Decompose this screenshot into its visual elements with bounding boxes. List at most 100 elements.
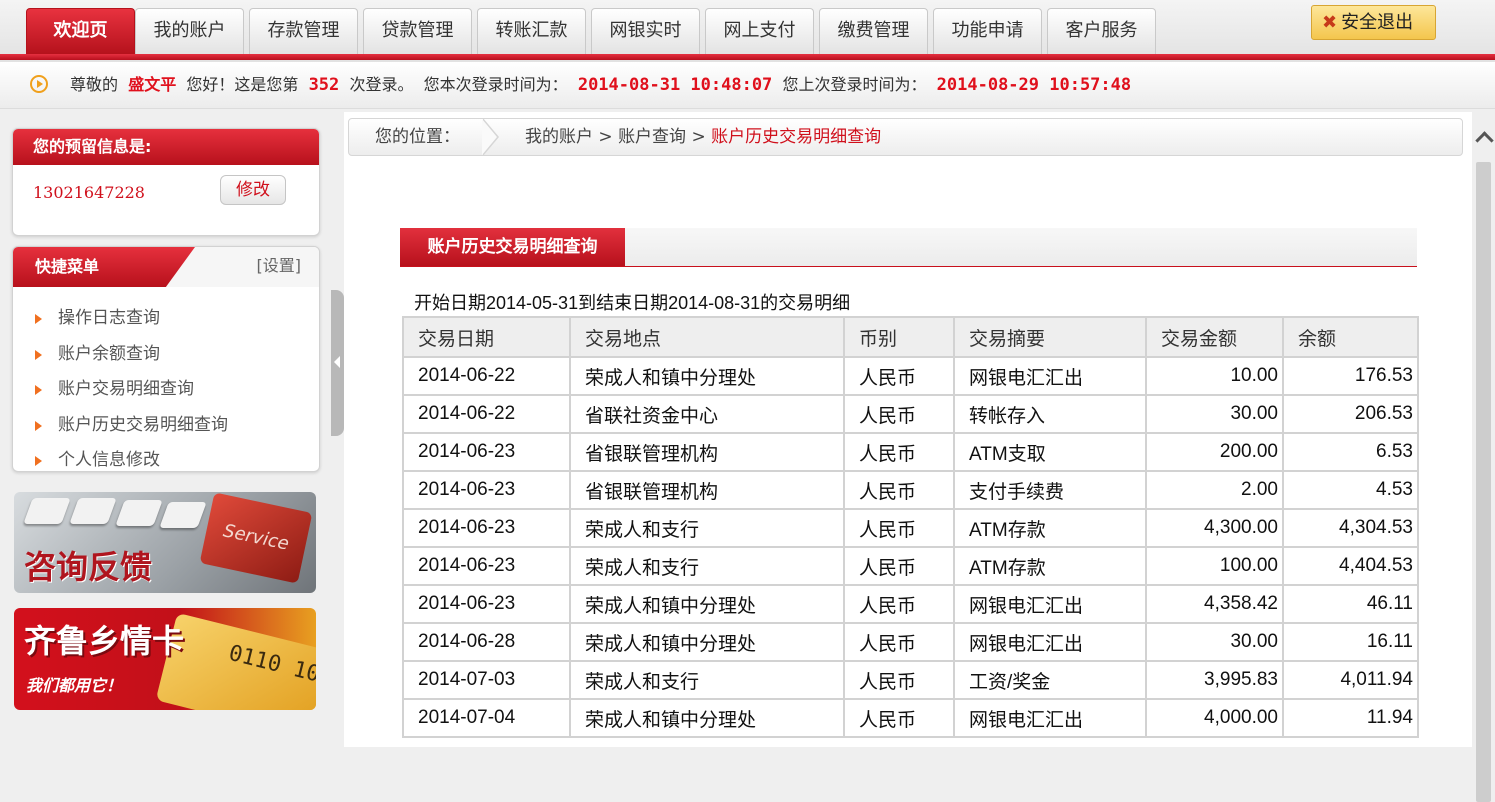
cell-balance: 11.94 bbox=[1282, 698, 1419, 738]
scroll-up-icon[interactable] bbox=[1475, 131, 1494, 150]
table-row: 2014-06-22 荣成人和镇中分理处 人民币 网银电汇汇出 10.00 176.53 bbox=[402, 356, 1419, 396]
quick-menu-item-history[interactable]: 账户历史交易明细查询 bbox=[13, 408, 319, 444]
tab-loan-management[interactable]: 贷款管理 bbox=[363, 8, 472, 54]
cell-date: 2014-06-22 bbox=[402, 356, 571, 396]
scrollbar-thumb[interactable] bbox=[1476, 162, 1491, 802]
cell-amount: 10.00 bbox=[1145, 356, 1284, 396]
cell-amount: 2.00 bbox=[1145, 470, 1284, 510]
tab-customer-service[interactable]: 客户服务 bbox=[1047, 8, 1156, 54]
quick-menu-item-operation-log[interactable]: 操作日志查询 bbox=[13, 301, 319, 337]
welcome-prefix: 尊敬的 bbox=[70, 75, 119, 94]
cell-summary: ATM存款 bbox=[953, 508, 1147, 548]
chevron-right-icon bbox=[482, 118, 499, 156]
section-header: 账户历史交易明细查询 bbox=[400, 228, 1417, 267]
table-row: 2014-06-22 省联社资金中心 人民币 转帐存入 30.00 206.53 bbox=[402, 394, 1419, 434]
cell-summary: 工资/奖金 bbox=[953, 660, 1147, 700]
tab-bill-payment[interactable]: 缴费管理 bbox=[819, 8, 928, 54]
close-icon: ✖ bbox=[1322, 12, 1338, 33]
cell-date: 2014-06-28 bbox=[402, 622, 571, 662]
breadcrumb-separator: > bbox=[686, 127, 712, 147]
user-name: 盛文平 bbox=[128, 75, 177, 94]
card-subcaption: 我们都用它！ bbox=[26, 676, 123, 695]
service-key: Service bbox=[199, 492, 313, 584]
cell-summary: 支付手续费 bbox=[953, 470, 1147, 510]
breadcrumb-label: 您的位置： bbox=[375, 127, 460, 147]
breadcrumb-item-account-query[interactable]: 账户查询 bbox=[618, 127, 686, 147]
quick-menu-settings-link[interactable]: [设置] bbox=[257, 247, 302, 285]
tab-deposit-management[interactable]: 存款管理 bbox=[249, 8, 358, 54]
welcome-bar: 尊敬的 盛文平 您好！这是您第 352 次登录。 您本次登录时间为： 2014-… bbox=[0, 62, 1495, 109]
cell-amount: 4,000.00 bbox=[1145, 698, 1284, 738]
cell-currency: 人民币 bbox=[843, 508, 955, 548]
tab-welcome[interactable]: 欢迎页 bbox=[26, 8, 135, 54]
top-navigation: 欢迎页 我的账户 存款管理 贷款管理 转账汇款 网银实时 网上支付 缴费管理 功… bbox=[0, 0, 1495, 62]
cell-location: 荣成人和支行 bbox=[569, 546, 845, 586]
table-row: 2014-07-04 荣成人和镇中分理处 人民币 网银电汇汇出 4,000.00 11.9… bbox=[402, 698, 1419, 738]
quick-menu-item-balance[interactable]: 账户余额查询 bbox=[13, 337, 319, 373]
tab-transfer-remittance[interactable]: 转账汇款 bbox=[477, 8, 586, 54]
cell-currency: 人民币 bbox=[843, 394, 955, 434]
quick-menu-item-transactions[interactable]: 账户交易明细查询 bbox=[13, 372, 319, 408]
cell-summary: ATM存款 bbox=[953, 546, 1147, 586]
cell-amount: 4,358.42 bbox=[1145, 584, 1284, 624]
breadcrumb-separator: > bbox=[593, 127, 619, 147]
transaction-table: 交易日期 交易地点 币别 交易摘要 交易金额 余额 2014-06-22 荣成人和… bbox=[402, 316, 1419, 738]
cell-currency: 人民币 bbox=[843, 432, 955, 472]
table-row: 2014-06-23 荣成人和支行 人民币 ATM存款 100.00 4,404.53 bbox=[402, 546, 1419, 586]
reserved-info-panel: 您的预留信息是: 13021647228 修改 bbox=[12, 128, 320, 236]
table-header-row: 交易日期 交易地点 币别 交易摘要 交易金额 余额 bbox=[402, 316, 1419, 358]
cell-summary: 网银电汇汇出 bbox=[953, 622, 1147, 662]
tab-online-payment[interactable]: 网上支付 bbox=[705, 8, 814, 54]
feedback-banner[interactable]: Service 咨询反馈 bbox=[14, 492, 316, 593]
cell-date: 2014-06-23 bbox=[402, 432, 571, 472]
arrow-right-icon bbox=[35, 456, 42, 466]
sidebar-collapse-handle[interactable] bbox=[331, 290, 344, 436]
edit-reserved-info-button[interactable]: 修改 bbox=[220, 175, 286, 205]
cell-balance: 6.53 bbox=[1282, 432, 1419, 472]
notice-icon bbox=[30, 75, 48, 93]
last-login-time: 2014-08-29 10:57:48 bbox=[936, 75, 1132, 95]
column-header-currency: 币别 bbox=[843, 316, 955, 358]
cell-date: 2014-07-04 bbox=[402, 698, 571, 738]
tab-function-application[interactable]: 功能申请 bbox=[933, 8, 1042, 54]
cell-currency: 人民币 bbox=[843, 584, 955, 624]
cell-date: 2014-06-23 bbox=[402, 470, 571, 510]
welcome-greeting: 您好！这是您第 bbox=[186, 75, 299, 94]
table-caption: 开始日期2014-05-31到结束日期2014-08-31的交易明细 bbox=[414, 293, 851, 313]
cell-summary: 网银电汇汇出 bbox=[953, 356, 1147, 396]
logout-button[interactable]: ✖ 安全退出 bbox=[1311, 5, 1436, 40]
keyboard-key bbox=[23, 498, 71, 524]
last-login-label: 您上次登录时间为： bbox=[782, 75, 927, 94]
welcome-text: 尊敬的 盛文平 您好！这是您第 352 次登录。 您本次登录时间为： 2014-… bbox=[70, 62, 1131, 108]
card-banner[interactable]: 0110 100 齐鲁乡情卡 我们都用它！ bbox=[14, 608, 316, 710]
tab-my-account[interactable]: 我的账户 bbox=[135, 8, 244, 54]
table-row: 2014-06-23 荣成人和支行 人民币 ATM存款 4,300.00 4,304.53 bbox=[402, 508, 1419, 548]
column-header-balance: 余额 bbox=[1282, 316, 1419, 358]
column-header-location: 交易地点 bbox=[569, 316, 845, 358]
cell-currency: 人民币 bbox=[843, 698, 955, 738]
tab-realtime-ebank[interactable]: 网银实时 bbox=[591, 8, 700, 54]
table-row: 2014-07-03 荣成人和支行 人民币 工资/奖金 3,995.83 4,011.94 bbox=[402, 660, 1419, 700]
main-content: 您的位置： 我的账户 > 账户查询 > 账户历史交易明细查询 账户历史交易明细查… bbox=[344, 112, 1472, 747]
quick-menu-item-profile[interactable]: 个人信息修改 bbox=[13, 443, 319, 469]
breadcrumb-path: 我的账户 > 账户查询 > 账户历史交易明细查询 bbox=[525, 119, 881, 155]
cell-summary: ATM支取 bbox=[953, 432, 1147, 472]
cell-location: 省联社资金中心 bbox=[569, 394, 845, 434]
arrow-right-icon bbox=[35, 385, 42, 395]
cell-currency: 人民币 bbox=[843, 356, 955, 396]
quick-menu-title: 快捷菜单 bbox=[13, 247, 195, 287]
cell-date: 2014-06-23 bbox=[402, 508, 571, 548]
cell-currency: 人民币 bbox=[843, 546, 955, 586]
feedback-caption: 咨询反馈 bbox=[24, 548, 153, 586]
cell-location: 省银联管理机构 bbox=[569, 470, 845, 510]
cell-currency: 人民币 bbox=[843, 622, 955, 662]
breadcrumb-item-my-account[interactable]: 我的账户 bbox=[525, 127, 593, 147]
logout-label: 安全退出 bbox=[1341, 12, 1414, 33]
cell-date: 2014-07-03 bbox=[402, 660, 571, 700]
cell-currency: 人民币 bbox=[843, 470, 955, 510]
cell-amount: 200.00 bbox=[1145, 432, 1284, 472]
breadcrumb: 您的位置： 我的账户 > 账户查询 > 账户历史交易明细查询 bbox=[348, 118, 1463, 156]
cell-amount: 30.00 bbox=[1145, 622, 1284, 662]
vertical-scrollbar[interactable] bbox=[1473, 112, 1495, 802]
cell-balance: 16.11 bbox=[1282, 622, 1419, 662]
